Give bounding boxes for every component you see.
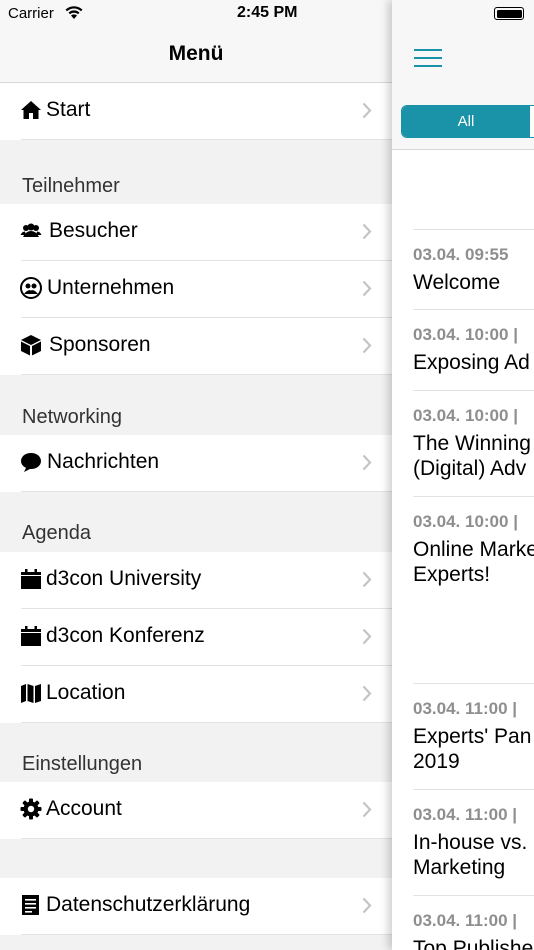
battery-icon	[494, 7, 524, 20]
menu-item-label: Sponsoren	[49, 333, 151, 356]
users-icon	[20, 223, 42, 237]
carrier-label: Carrier	[8, 5, 54, 22]
chevron-right-icon	[362, 801, 372, 818]
event-title: The Winning (Digital) Adv	[413, 432, 531, 480]
menu-item-label: Account	[46, 797, 122, 820]
section-header-einstellungen: Einstellungen	[22, 753, 143, 775]
clock: 2:45 PM	[237, 4, 298, 21]
map-icon	[21, 684, 41, 703]
section-header-teilnehmer: Teilnehmer	[22, 175, 120, 197]
event-time: 03.04. 10:00 |	[413, 325, 518, 344]
document-icon	[22, 895, 39, 915]
chevron-right-icon	[362, 685, 372, 702]
filter-all-tab[interactable]: All	[402, 106, 530, 137]
company-users-icon	[20, 277, 42, 299]
menu-item-nachrichten[interactable]: Nachrichten	[0, 435, 392, 492]
event-title: Top Publishe	[413, 937, 534, 950]
event-time: 03.04. 11:00 |	[413, 911, 518, 930]
event-time: 03.04. 09:55	[413, 245, 509, 264]
menu-item-label: Besucher	[49, 219, 138, 242]
menu-item-label: Nachrichten	[47, 450, 160, 473]
menu-item-label: Unternehmen	[47, 276, 175, 299]
menu-item-label: d3con Konferenz	[46, 624, 205, 647]
cube-icon	[21, 335, 41, 356]
event-title: Exposing Ad	[413, 351, 530, 374]
event-time: 03.04. 10:00 |	[413, 406, 518, 425]
menu-item-location[interactable]: Location	[0, 666, 392, 723]
event-time: 03.04. 10:00 |	[413, 512, 518, 531]
calendar-icon	[21, 626, 41, 646]
filter-segmented-control: All	[401, 105, 534, 138]
menu-item-konferenz[interactable]: d3con Konferenz	[0, 609, 392, 666]
event-title: Welcome	[413, 271, 501, 294]
hamburger-menu-icon[interactable]	[414, 49, 442, 69]
chevron-right-icon	[362, 628, 372, 645]
event-title: Experts' Pan 2019	[413, 725, 532, 773]
calendar-icon	[21, 569, 41, 589]
menu-item-besucher[interactable]: Besucher	[0, 204, 392, 261]
chevron-right-icon	[362, 102, 372, 119]
chat-bubble-icon	[21, 453, 41, 472]
menu-item-account[interactable]: Account	[0, 782, 392, 839]
menu-item-label: Datenschutzerklärung	[46, 893, 251, 916]
home-icon	[21, 101, 41, 119]
chevron-right-icon	[362, 223, 372, 240]
chevron-right-icon	[362, 454, 372, 471]
menu-item-sponsoren[interactable]: Sponsoren	[0, 318, 392, 375]
menu-item-label: Location	[46, 681, 126, 704]
event-title: Online Marke Experts!	[413, 538, 534, 586]
gear-icon	[20, 798, 42, 820]
event-time: 03.04. 11:00 |	[413, 699, 518, 718]
section-header-agenda: Agenda	[22, 522, 91, 544]
section-header-networking: Networking	[22, 406, 123, 428]
menu-item-label: Start	[46, 98, 91, 121]
chevron-right-icon	[362, 337, 372, 354]
menu-item-datenschutz[interactable]: Datenschutzerklärung	[0, 878, 392, 935]
status-bar: Carrier 2:45 PM	[0, 0, 534, 28]
menu-item-university[interactable]: d3con University	[0, 552, 392, 609]
chevron-right-icon	[362, 571, 372, 588]
agenda-panel: All 03.04. 09:55 Welcome 03.04. 10:00 | …	[392, 0, 534, 950]
chevron-right-icon	[362, 897, 372, 914]
chevron-right-icon	[362, 280, 372, 297]
menu-title: Menü	[168, 42, 224, 65]
wifi-icon	[65, 6, 83, 19]
menu-item-label: d3con University	[46, 567, 202, 590]
side-menu: Menü Start Teilnehmer Besucher Unternehm…	[0, 0, 392, 950]
menu-item-unternehmen[interactable]: Unternehmen	[0, 261, 392, 318]
event-title: In-house vs. Marketing	[413, 831, 528, 879]
event-time: 03.04. 11:00 |	[413, 805, 518, 824]
menu-item-start[interactable]: Start	[0, 83, 392, 140]
